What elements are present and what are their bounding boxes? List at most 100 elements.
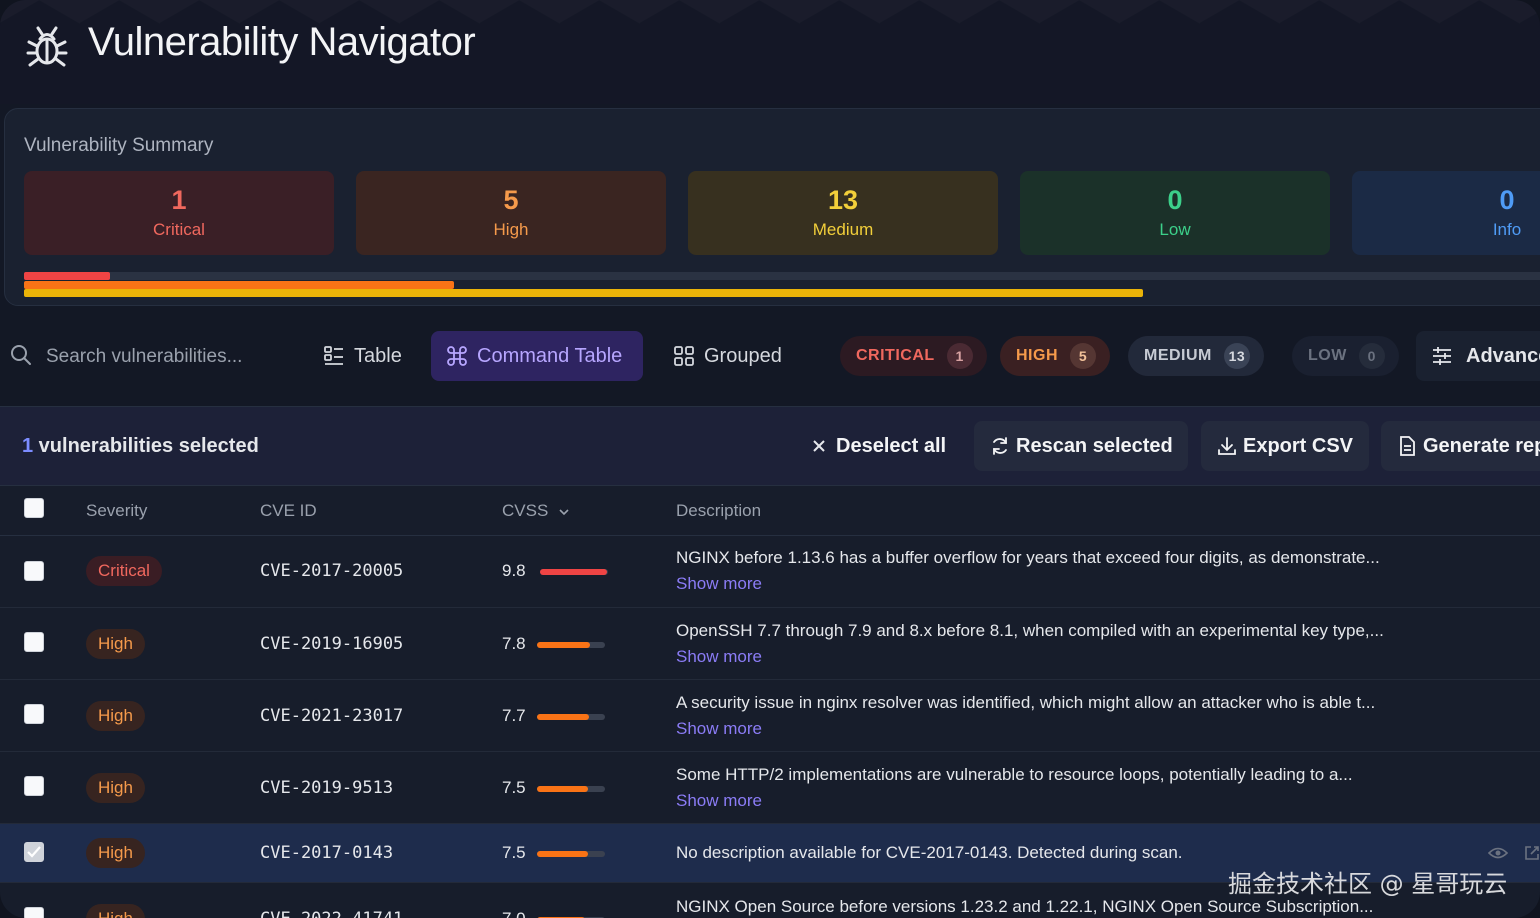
tab-table[interactable]: Table	[312, 331, 414, 381]
rescan-selected-button[interactable]: Rescan selected	[974, 421, 1188, 471]
selection-status: 1 vulnerabilities selected	[22, 435, 259, 458]
advanced-filters-button[interactable]: Advanced	[1416, 331, 1540, 381]
info-label: Info	[1492, 220, 1522, 239]
table-row[interactable]: High CVE-2019-16905 7.8 OpenSSH 7.7 thro…	[0, 608, 1540, 680]
search-box[interactable]	[0, 330, 280, 382]
row-checkbox[interactable]	[24, 907, 44, 918]
row-checkbox[interactable]	[24, 704, 44, 724]
column-header-description[interactable]: Description	[676, 501, 761, 521]
search-input[interactable]	[44, 342, 278, 372]
table-row[interactable]: Critical CVE-2017-20005 9.8 NGINX before…	[0, 536, 1540, 608]
table-row[interactable]: High CVE-2021-23017 7.7 A security issue…	[0, 680, 1540, 752]
tab-table-label: Table	[354, 344, 402, 367]
close-icon	[813, 440, 825, 452]
filter-critical-label: CRITICAL	[856, 347, 935, 364]
high-count: 5	[503, 185, 519, 215]
summary-card-medium[interactable]: 13 Medium	[688, 171, 998, 255]
search-icon	[11, 345, 31, 365]
column-header-severity[interactable]: Severity	[86, 501, 147, 521]
severity-badge: High	[86, 904, 145, 918]
vulnerability-summary-panel: Vulnerability Summary 1 Critical 5 High …	[4, 108, 1540, 306]
show-more-link[interactable]: Show more	[676, 574, 762, 594]
distribution-track	[24, 272, 1540, 280]
severity-distribution-bar	[24, 272, 1540, 298]
row-checkbox[interactable]	[24, 842, 44, 862]
cvss-score: 9.8	[502, 561, 526, 580]
filter-chip-high[interactable]: HIGH 5	[1000, 336, 1110, 376]
filter-chip-low[interactable]: LOW 0	[1292, 336, 1399, 376]
table-row[interactable]: High CVE-2019-9513 7.5 Some HTTP/2 imple…	[0, 752, 1540, 824]
cvss-score: 7.8	[502, 634, 526, 653]
cve-id: CVE-2021-23017	[260, 706, 404, 726]
checkmark-icon	[27, 846, 41, 858]
cve-id: CVE-2022-41741	[260, 909, 403, 918]
chevron-down-icon	[559, 509, 569, 516]
row-checkbox[interactable]	[24, 561, 44, 581]
cvss-bar	[540, 569, 608, 575]
filter-medium-count: 13	[1223, 343, 1250, 369]
external-link-icon[interactable]	[1524, 845, 1540, 861]
deselect-all-button[interactable]: Deselect all	[800, 421, 956, 471]
cvss-score: 7.5	[502, 778, 526, 797]
row-checkbox[interactable]	[24, 632, 44, 652]
summary-card-high[interactable]: 5 High	[356, 171, 666, 255]
app-window: Vulnerability Navigator Vulnerability Su…	[0, 0, 1540, 918]
description-text: OpenSSH 7.7 through 7.9 and 8.x before 8…	[676, 621, 1384, 640]
bug-icon	[26, 26, 68, 67]
filter-low-count: 0	[1358, 343, 1385, 369]
description-text: A security issue in nginx resolver was i…	[676, 693, 1376, 712]
cvss-score: 7.5	[502, 843, 526, 862]
column-header-cvss[interactable]: CVSS	[502, 501, 569, 521]
select-all-checkbox[interactable]	[24, 498, 44, 518]
description-text: NGINX before 1.13.6 has a buffer overflo…	[676, 548, 1380, 567]
column-header-cvss-label: CVSS	[502, 501, 549, 520]
filter-chip-medium[interactable]: MEDIUM 13	[1128, 336, 1264, 376]
tab-command-table-label: Command Table	[477, 344, 623, 367]
description-text: No description available for CVE-2017-01…	[676, 843, 1183, 862]
low-count: 0	[1167, 185, 1183, 215]
selection-bar: 1 vulnerabilities selected Deselect all …	[0, 407, 1540, 486]
cve-id: CVE-2019-16905	[260, 634, 404, 654]
generate-report-label: Generate report	[1423, 434, 1540, 457]
tab-grouped[interactable]: Grouped	[662, 331, 794, 381]
vulnerability-table-panel: 1 vulnerabilities selected Deselect all …	[0, 406, 1540, 918]
tab-grouped-label: Grouped	[704, 344, 782, 367]
severity-badge: High	[86, 838, 145, 868]
eye-icon[interactable]	[1488, 846, 1508, 860]
summary-card-low[interactable]: 0 Low	[1020, 171, 1330, 255]
severity-badge: High	[86, 773, 145, 803]
export-csv-button[interactable]: Export CSV	[1201, 421, 1369, 471]
rescan-selected-label: Rescan selected	[1016, 434, 1173, 457]
table-header: Severity CVE ID CVSS Description	[0, 485, 1540, 536]
cvss-bar	[537, 786, 605, 792]
column-header-cve-id[interactable]: CVE ID	[260, 501, 317, 521]
cvss-bar-fill	[540, 569, 607, 575]
generate-report-button[interactable]: Generate report	[1381, 421, 1540, 471]
cvss-bar-fill	[537, 642, 591, 648]
high-label: High	[493, 220, 529, 239]
cvss-score: 7.0	[502, 909, 526, 918]
low-label: Low	[1159, 220, 1191, 239]
cvss-bar	[537, 851, 605, 857]
list-icon	[324, 346, 343, 365]
severity-badge: Critical	[86, 556, 162, 586]
medium-label: Medium	[812, 220, 874, 239]
summary-card-info[interactable]: 0 Info	[1352, 171, 1540, 255]
filter-high-label: HIGH	[1016, 347, 1058, 364]
show-more-link[interactable]: Show more	[676, 647, 762, 667]
refresh-icon	[993, 437, 1007, 455]
download-icon	[1218, 437, 1236, 455]
advanced-label: Advanced	[1466, 344, 1540, 367]
watermark: 掘金技术社区 @ 星哥玩云	[1228, 870, 1508, 898]
summary-card-critical[interactable]: 1 Critical	[24, 171, 334, 255]
cvss-bar	[537, 714, 605, 720]
summary-title: Vulnerability Summary	[24, 135, 214, 156]
app-title: Vulnerability Navigator	[88, 20, 476, 64]
filter-chip-critical[interactable]: CRITICAL 1	[840, 336, 987, 376]
show-more-link[interactable]: Show more	[676, 791, 762, 811]
description-text: Some HTTP/2 implementations are vulnerab…	[676, 765, 1353, 784]
row-checkbox[interactable]	[24, 776, 44, 796]
show-more-link[interactable]: Show more	[676, 719, 762, 739]
tab-command-table[interactable]: Command Table	[431, 331, 643, 381]
severity-badge: High	[86, 629, 145, 659]
